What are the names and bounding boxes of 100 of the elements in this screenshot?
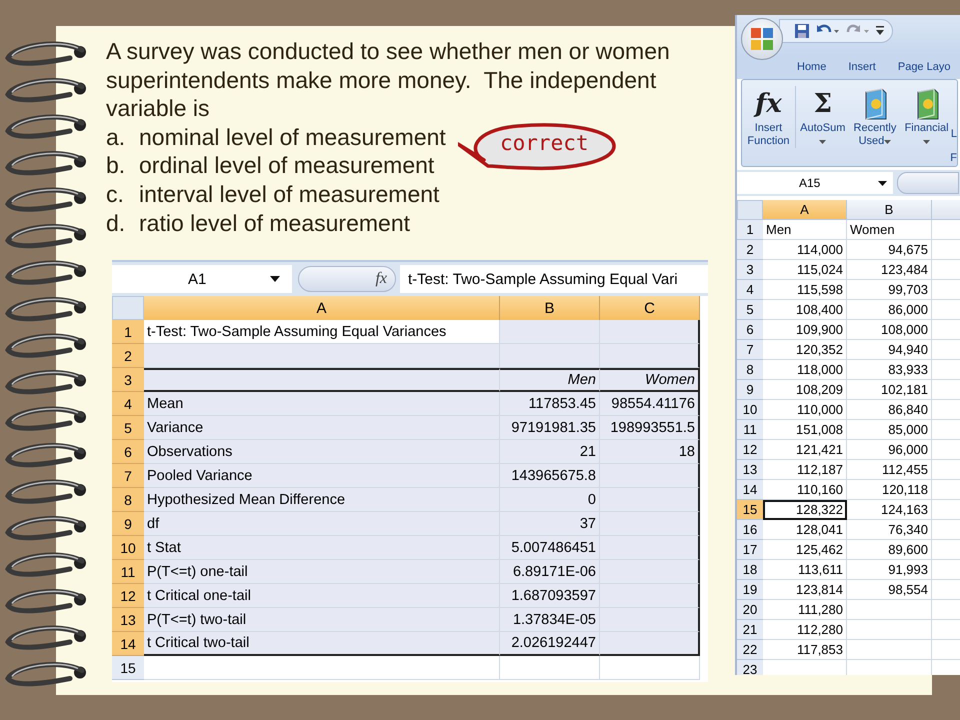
row-header[interactable]: 8 [737,360,763,380]
row-header[interactable]: 17 [737,540,763,560]
row-header[interactable]: 3 [737,260,763,280]
row-header[interactable]: 2 [112,344,144,368]
row-header[interactable]: 9 [737,380,763,400]
ribbon-label: L [950,127,957,140]
table-cell: 37 [500,512,600,536]
dropdown-arrow-icon[interactable] [878,180,887,186]
row-header[interactable]: 12 [112,584,144,608]
row-header[interactable]: 5 [737,300,763,320]
table-cell: 111,280 [763,600,847,620]
row-header[interactable]: 23 [737,660,763,675]
table-cell: 5.007486451 [500,536,600,560]
row-header[interactable]: 1 [112,320,144,344]
ribbon-button[interactable]: Σ AutoSum [798,86,848,148]
table-cell: 2.026192447 [500,632,600,656]
table-cell: P(T<=t) two-tail [144,608,500,632]
table-cell: Observations [144,440,500,464]
formula-field[interactable]: t-Test: Two-Sample Assuming Equal Vari [400,265,708,293]
table-cell: Men [500,368,600,392]
table-cell: 94,940 [847,340,932,360]
table-cell: Pooled Variance [144,464,500,488]
row-header[interactable]: 5 [112,416,144,440]
name-box[interactable]: A15 [737,172,893,194]
dropdown-arrow-icon[interactable] [270,276,280,282]
row-header[interactable]: 10 [737,400,763,420]
ribbon-tab[interactable]: Insert [848,61,876,73]
row-header[interactable]: 2 [737,240,763,260]
option-text: ratio level of measurement [139,208,410,238]
row-header[interactable]: 7 [112,464,144,488]
row-header[interactable]: 14 [112,632,144,656]
ribbon-button[interactable]: fx Insert Function [742,86,796,148]
row-header[interactable]: 10 [112,536,144,560]
row-header[interactable]: 15 [112,656,144,680]
table-cell: 18 [600,440,700,464]
row-header[interactable]: 14 [737,480,763,500]
ribbon-tab[interactable]: Page Layo [898,61,950,73]
table-cell: 120,352 [763,340,847,360]
table-cell: df [144,512,500,536]
column-header[interactable]: B [500,296,600,320]
row-header[interactable]: 20 [737,600,763,620]
column-header[interactable]: A [144,296,500,320]
row-header[interactable]: 19 [737,580,763,600]
ribbon-button[interactable]: Financial [902,86,951,148]
table-cell: 99,703 [847,280,932,300]
column-header[interactable]: C [600,296,700,320]
table-cell: 110,000 [763,400,847,420]
row-header[interactable]: 13 [737,460,763,480]
column-header[interactable]: B [847,200,932,220]
ribbon-button[interactable]: Recently Used [848,86,902,148]
row-header[interactable]: 13 [112,608,144,632]
row-header[interactable]: 6 [112,440,144,464]
table-cell: 128,322 [763,500,847,520]
column-header[interactable]: A [763,200,847,220]
table-cell: 115,024 [763,260,847,280]
row-header[interactable]: 4 [737,280,763,300]
table-cell: Variance [144,416,500,440]
row-header[interactable]: 22 [737,640,763,660]
table-cell: 115,598 [763,280,847,300]
table-cell: 121,421 [763,440,847,460]
row-header[interactable]: 4 [112,392,144,416]
office-button[interactable] [741,18,783,60]
option-letter: c. [106,180,125,209]
table-cell: 120,118 [847,480,932,500]
table-cell: 123,814 [763,580,847,600]
row-header[interactable]: 12 [737,440,763,460]
row-header[interactable]: 21 [737,620,763,640]
ribbon-tab[interactable]: Home [797,61,826,73]
table-cell: 151,008 [763,420,847,440]
row-header[interactable]: 11 [112,560,144,584]
save-icon[interactable] [794,23,810,39]
table-cell: 117,853 [763,640,847,660]
table-cell: Men [763,220,847,240]
table-cell: 83,933 [847,360,932,380]
table-cell: P(T<=t) one-tail [144,560,500,584]
customize-icon[interactable] [876,26,884,36]
table-cell: 118,000 [763,360,847,380]
row-header[interactable]: 15 [737,500,763,520]
row-header[interactable]: 3 [112,368,144,392]
option-letter: d. [106,208,126,238]
insert-function-button[interactable]: fx [298,266,396,292]
row-header[interactable]: 16 [737,520,763,540]
row-header[interactable]: 6 [737,320,763,340]
option-text: nominal level of measurement [139,122,446,152]
option-letter: b. [106,151,126,180]
table-cell: 110,160 [763,480,847,500]
row-header[interactable]: 8 [112,488,144,512]
name-box[interactable]: A1 [112,265,292,293]
table-cell: 94,675 [847,240,932,260]
row-header[interactable]: 9 [112,512,144,536]
row-header[interactable]: 7 [737,340,763,360]
row-header[interactable]: 1 [737,220,763,240]
table-cell: 85,000 [847,420,932,440]
row-header[interactable]: 11 [737,420,763,440]
group-label: F [950,152,957,164]
table-cell: t-Test: Two-Sample Assuming Equal Variances [144,320,500,344]
table-cell: 117853.45 [500,392,600,416]
table-cell: 1.37834E-05 [500,608,600,632]
table-cell: 125,462 [763,540,847,560]
row-header[interactable]: 18 [737,560,763,580]
